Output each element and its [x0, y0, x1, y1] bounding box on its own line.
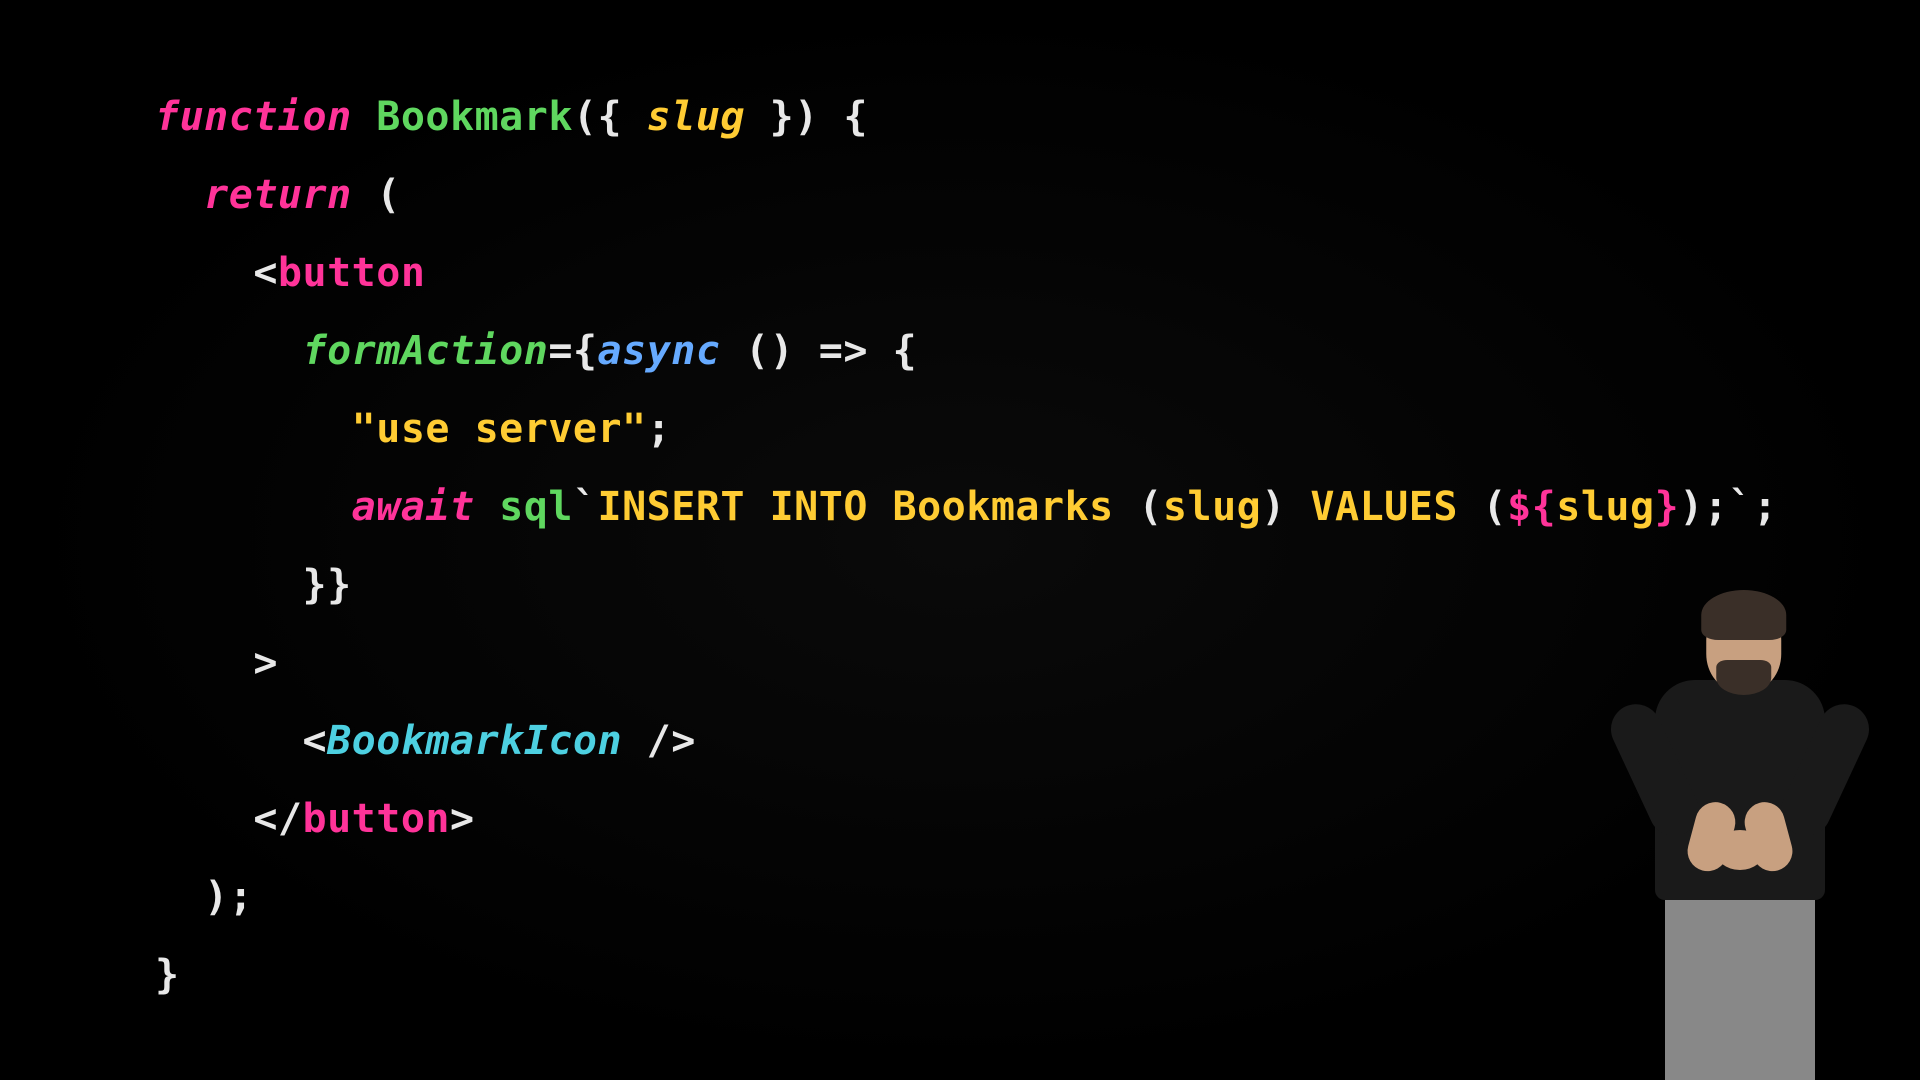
jsx-component-bookmarkicon: BookmarkIcon [327, 718, 622, 764]
code-line-2: return ( [155, 156, 1778, 234]
code-line-8: > [155, 624, 1778, 702]
presenter-pants [1665, 890, 1815, 1080]
code-line-1: function Bookmark({ slug }) { [155, 78, 1778, 156]
code-line-11: ); [155, 858, 1778, 936]
code-line-7: }} [155, 546, 1778, 624]
code-line-6: await sql`INSERT INTO Bookmarks (slug) V… [155, 468, 1778, 546]
keyword-function: function [155, 94, 352, 140]
param-slug: slug [647, 94, 745, 140]
jsx-attr-formaction: formAction [303, 328, 549, 374]
code-line-10: </button> [155, 780, 1778, 858]
presenter-hair [1701, 590, 1786, 640]
identifier-sql: sql [499, 484, 573, 530]
interp-var-slug: slug [1556, 484, 1654, 530]
presenter-beard [1716, 660, 1771, 695]
keyword-return: return [204, 172, 352, 218]
code-slide: function Bookmark({ slug }) { return ( <… [155, 78, 1778, 1014]
code-line-3: <button [155, 234, 1778, 312]
code-line-4: formAction={async () => { [155, 312, 1778, 390]
presenter-hands [1715, 830, 1765, 870]
presenter-head [1706, 600, 1781, 690]
keyword-await: await [352, 484, 475, 530]
code-line-12: } [155, 936, 1778, 1014]
code-line-9: <BookmarkIcon /> [155, 702, 1778, 780]
jsx-tag-button-close: button [303, 796, 451, 842]
presenter-figure [1620, 600, 1860, 1080]
code-line-5: "use server"; [155, 390, 1778, 468]
use-server-directive: "use server" [352, 406, 647, 452]
keyword-async: async [598, 328, 721, 374]
function-name: Bookmark [376, 94, 573, 140]
jsx-tag-button-open: button [278, 250, 426, 296]
sql-insert: INSERT INTO Bookmarks [598, 484, 1139, 530]
